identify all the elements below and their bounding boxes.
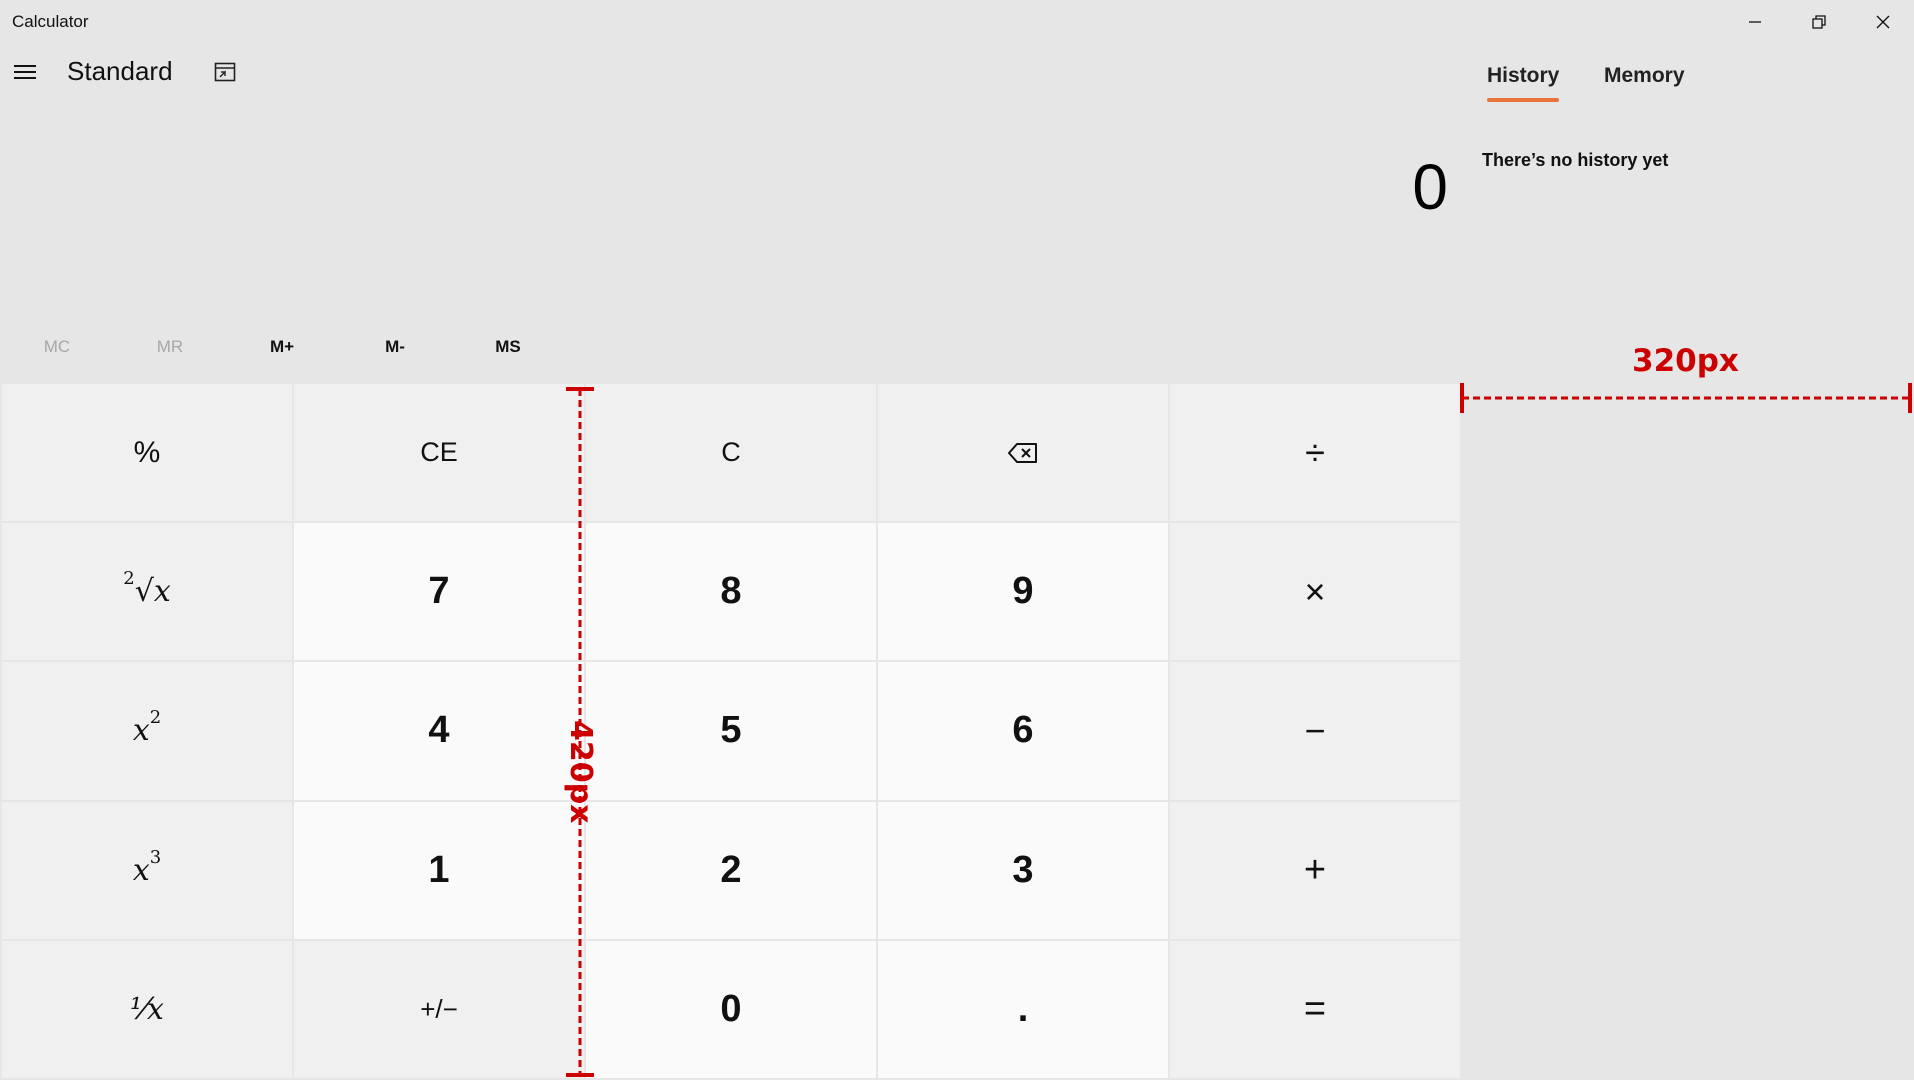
vertical-dimension-label: 420px bbox=[563, 720, 598, 824]
horizontal-dimension-label: 320px bbox=[1632, 343, 1739, 379]
horizontal-dimension-line bbox=[1460, 383, 1912, 413]
measurement-overlay bbox=[566, 383, 1912, 1077]
